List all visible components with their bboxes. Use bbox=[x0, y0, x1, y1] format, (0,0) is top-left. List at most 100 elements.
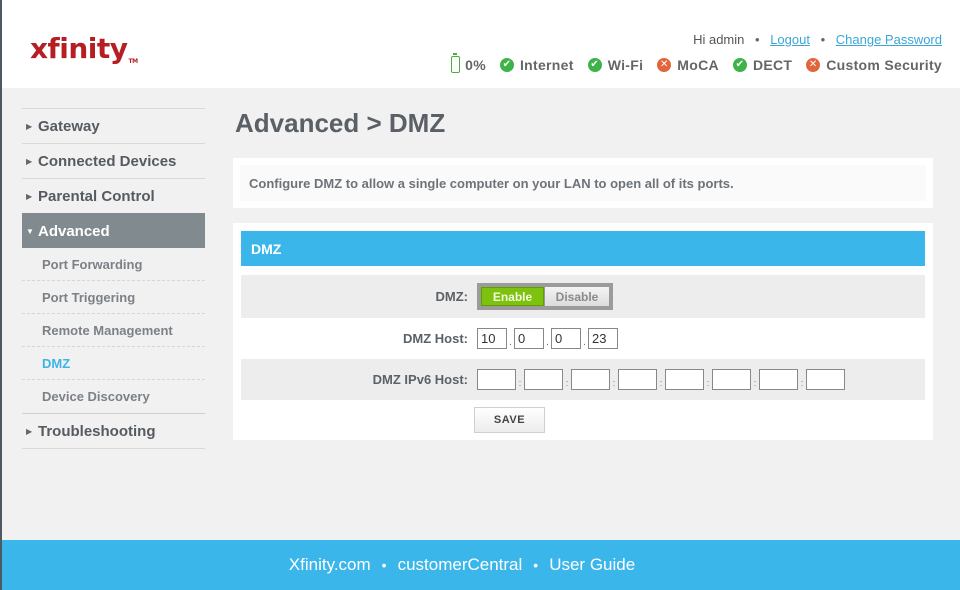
footer-link-user-guide[interactable]: User Guide bbox=[549, 555, 635, 575]
host-octet-3[interactable] bbox=[551, 328, 581, 349]
user-bar: Hi admin • Logout • Change Password bbox=[693, 32, 942, 47]
ipv6-group-3[interactable] bbox=[571, 369, 610, 390]
enable-button[interactable]: Enable bbox=[481, 287, 544, 306]
dmz-toggle-row: DMZ: Enable Disable bbox=[241, 275, 925, 318]
dmz-form: DMZ DMZ: Enable Disable DMZ Host: . . . … bbox=[233, 223, 933, 440]
logo-text: xfinity bbox=[30, 32, 128, 65]
status-internet: ✔ Internet bbox=[499, 56, 574, 73]
battery-icon bbox=[451, 53, 461, 73]
colon-separator: : bbox=[659, 377, 663, 388]
check-circle-icon: ✔ bbox=[587, 57, 602, 72]
status-label: MoCA bbox=[677, 56, 719, 73]
caret-right-icon: ▶ bbox=[26, 191, 33, 201]
dmz-host-row: DMZ Host: . . . bbox=[241, 318, 925, 359]
battery-status: 0% bbox=[451, 53, 486, 73]
check-circle-icon: ✔ bbox=[732, 57, 747, 72]
change-password-link[interactable]: Change Password bbox=[836, 32, 942, 47]
sidebar-item-advanced[interactable]: ▼ Advanced bbox=[22, 213, 205, 248]
dot-separator: . bbox=[509, 337, 512, 348]
separator: • bbox=[755, 32, 760, 47]
dmz-label: DMZ: bbox=[435, 289, 469, 304]
disable-button[interactable]: Disable bbox=[545, 287, 609, 306]
sidebar-item-connected-devices[interactable]: ▶ Connected Devices bbox=[22, 143, 205, 178]
sidebar-subitem-port-triggering[interactable]: Port Triggering bbox=[22, 281, 205, 314]
save-button[interactable]: SAVE bbox=[474, 407, 545, 433]
sidebar-item-gateway[interactable]: ▶ Gateway bbox=[22, 108, 205, 143]
colon-separator: : bbox=[565, 377, 569, 388]
battery-label: 0% bbox=[465, 56, 486, 73]
dmz-ipv6-row: DMZ IPv6 Host: : : : : : : : bbox=[241, 359, 925, 400]
caret-right-icon: ▶ bbox=[26, 156, 33, 166]
sidebar-subitem-label: Remote Management bbox=[42, 322, 173, 338]
caret-right-icon: ▶ bbox=[26, 121, 33, 131]
sidebar-subitem-dmz[interactable]: DMZ bbox=[22, 347, 205, 380]
page-title: Advanced > DMZ bbox=[235, 108, 446, 138]
section-header: DMZ bbox=[241, 231, 925, 266]
sidebar-item-label: Connected Devices bbox=[38, 152, 177, 170]
header: xfinityTM Hi admin • Logout • Change Pas… bbox=[2, 0, 960, 88]
ipv6-group-6[interactable] bbox=[712, 369, 751, 390]
sidebar-subitem-device-discovery[interactable]: Device Discovery bbox=[22, 380, 205, 413]
colon-separator: : bbox=[518, 377, 522, 388]
colon-separator: : bbox=[753, 377, 757, 388]
x-circle-icon: ✕ bbox=[806, 57, 821, 72]
sidebar-subitem-label: Device Discovery bbox=[42, 389, 150, 404]
ipv6-group-5[interactable] bbox=[665, 369, 704, 390]
separator: • bbox=[381, 557, 387, 573]
sidebar-item-troubleshooting[interactable]: ▶ Troubleshooting bbox=[22, 413, 205, 448]
description-panel: Configure DMZ to allow a single computer… bbox=[233, 158, 933, 208]
footer: Xfinity.com • customerCentral • User Gui… bbox=[2, 540, 960, 590]
divider bbox=[22, 448, 205, 449]
xfinity-logo: xfinityTM bbox=[30, 32, 138, 65]
status-dect: ✔ DECT bbox=[732, 56, 793, 73]
separator: • bbox=[820, 32, 826, 47]
sidebar-item-label: Troubleshooting bbox=[38, 422, 156, 440]
greeting: Hi admin bbox=[693, 32, 745, 47]
ipv6-group-4[interactable] bbox=[618, 369, 657, 390]
sidebar-subitem-port-forwarding[interactable]: Port Forwarding bbox=[22, 248, 205, 281]
host-octet-4[interactable] bbox=[588, 328, 618, 349]
logout-link[interactable]: Logout bbox=[770, 32, 810, 47]
status-label: Wi-Fi bbox=[607, 56, 644, 73]
sidebar-subitem-label: Port Forwarding bbox=[42, 256, 143, 272]
status-wifi: ✔ Wi-Fi bbox=[587, 56, 644, 73]
x-circle-icon: ✕ bbox=[657, 57, 672, 72]
check-circle-icon: ✔ bbox=[499, 57, 514, 72]
sidebar-subitem-label: Port Triggering bbox=[42, 289, 136, 305]
save-row: SAVE bbox=[241, 400, 925, 440]
status-moca: ✕ MoCA bbox=[657, 57, 719, 73]
ipv6-group-2[interactable] bbox=[524, 369, 563, 390]
ipv6-group-7[interactable] bbox=[759, 369, 798, 390]
logo-trademark: TM bbox=[128, 58, 139, 65]
ipv6-group-8[interactable] bbox=[806, 369, 845, 390]
footer-link-customer-central[interactable]: customerCentral bbox=[398, 555, 523, 575]
colon-separator: : bbox=[706, 377, 710, 388]
status-label: Internet bbox=[519, 56, 574, 73]
caret-down-icon: ▼ bbox=[26, 226, 34, 236]
sidebar-item-label: Parental Control bbox=[38, 187, 155, 205]
caret-right-icon: ▶ bbox=[26, 426, 33, 436]
separator: • bbox=[533, 557, 539, 573]
dot-separator: . bbox=[583, 337, 586, 348]
dmz-host-label: DMZ Host: bbox=[403, 331, 468, 346]
description-text: Configure DMZ to allow a single computer… bbox=[240, 165, 926, 201]
status-custom-security: ✕ Custom Security bbox=[806, 57, 942, 73]
sidebar-subitem-label: DMZ bbox=[42, 355, 71, 371]
status-label: Custom Security bbox=[826, 56, 942, 73]
sidebar-item-parental-control[interactable]: ▶ Parental Control bbox=[22, 178, 205, 213]
host-octet-2[interactable] bbox=[514, 328, 544, 349]
colon-separator: : bbox=[612, 377, 616, 388]
dot-separator: . bbox=[546, 337, 549, 348]
sidebar-nav: ▶ Gateway ▶ Connected Devices ▶ Parental… bbox=[22, 108, 205, 449]
status-label: DECT bbox=[752, 56, 793, 73]
sidebar-item-label: Gateway bbox=[38, 117, 100, 135]
footer-link-xfinity[interactable]: Xfinity.com bbox=[289, 555, 371, 575]
ipv6-group-1[interactable] bbox=[477, 369, 516, 390]
dmz-ipv6-label: DMZ IPv6 Host: bbox=[372, 372, 468, 387]
sidebar-subitem-remote-management[interactable]: Remote Management bbox=[22, 314, 205, 347]
status-bar: 0% ✔ Internet ✔ Wi-Fi ✕ MoCA ✔ DECT ✕ Cu… bbox=[451, 53, 942, 73]
host-octet-1[interactable] bbox=[477, 328, 507, 349]
sidebar-item-label: Advanced bbox=[38, 222, 110, 240]
colon-separator: : bbox=[800, 377, 804, 388]
dmz-toggle: Enable Disable bbox=[477, 283, 613, 310]
